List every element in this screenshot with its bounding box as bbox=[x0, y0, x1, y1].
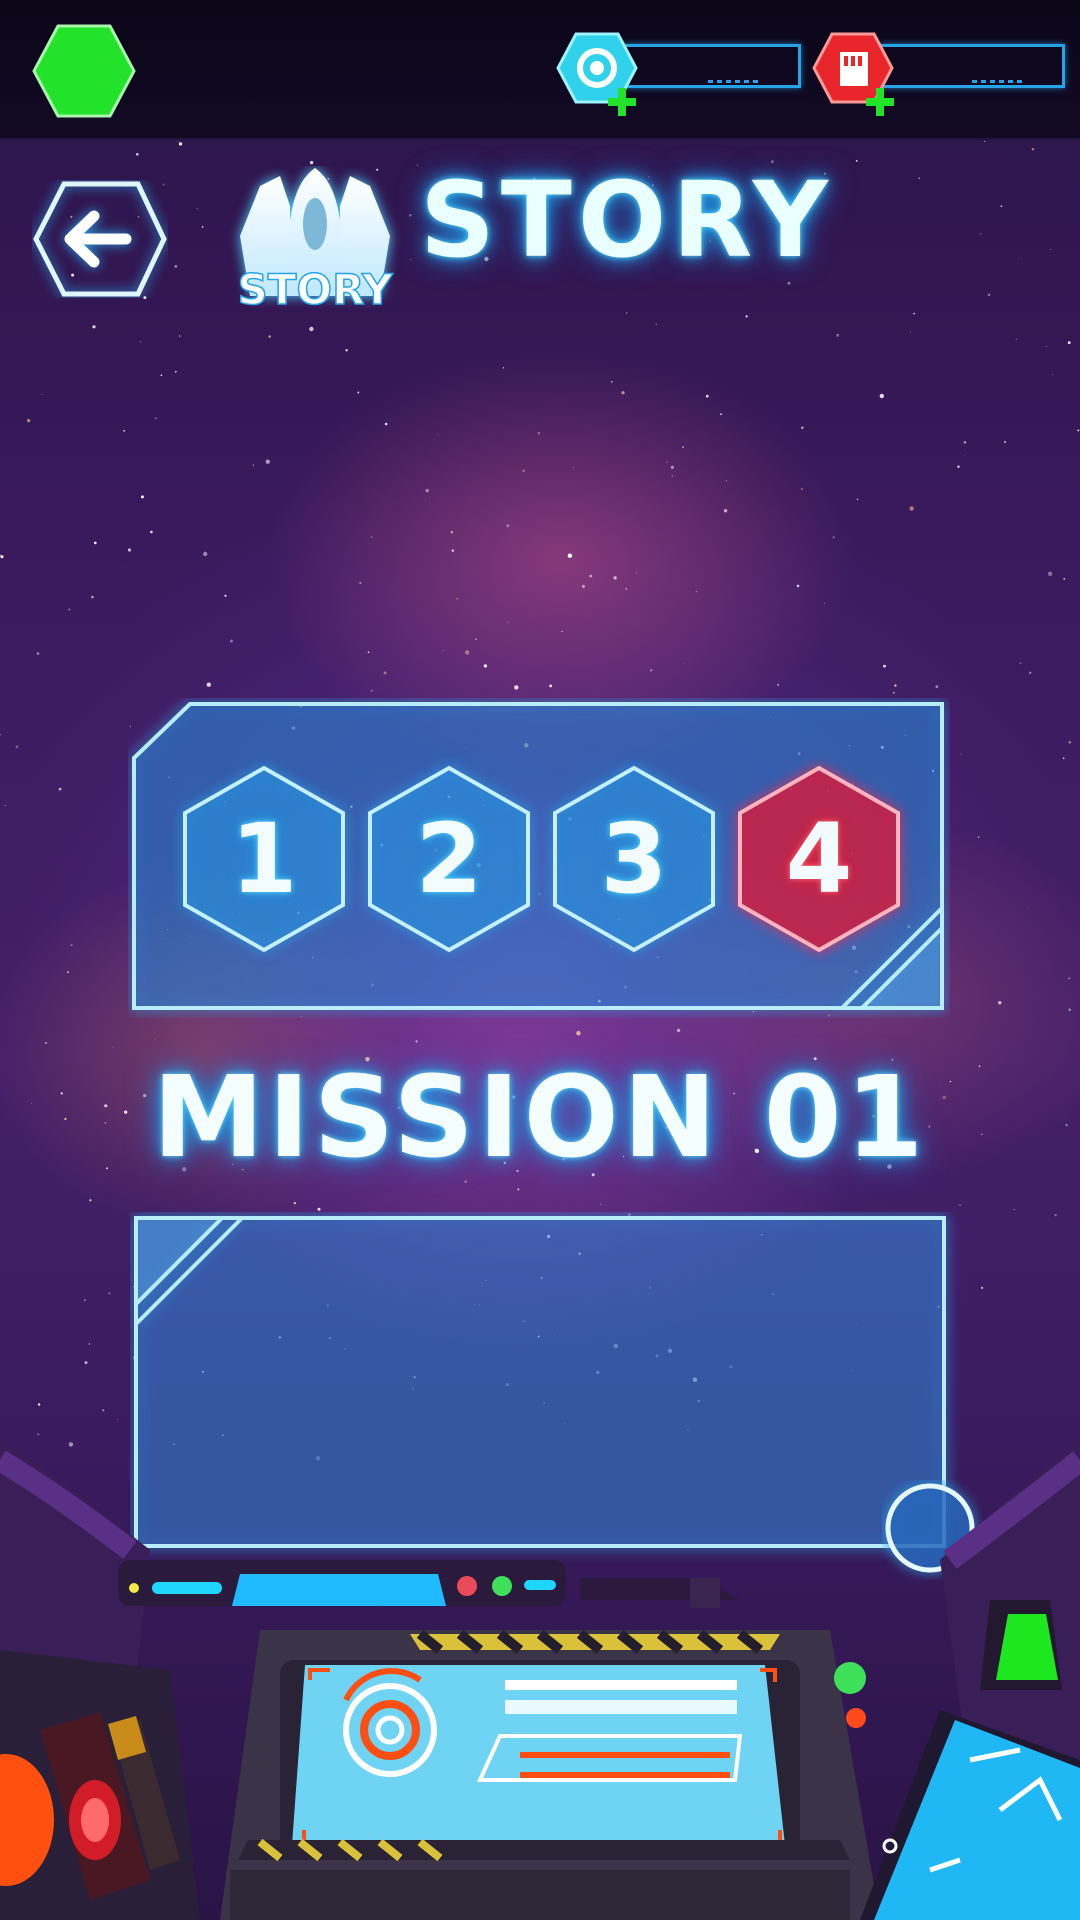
mission-title: MISSION 01 bbox=[152, 1053, 928, 1183]
chapter-4-label: 4 bbox=[785, 803, 853, 915]
story-logo-caption: STORY bbox=[237, 265, 393, 314]
chapter-4-button[interactable]: 4 bbox=[735, 764, 903, 954]
chapter-3-label: 3 bbox=[600, 803, 668, 915]
profile-hex-icon[interactable] bbox=[32, 24, 136, 118]
energy-resource-bar bbox=[618, 44, 801, 88]
add-energy-icon[interactable] bbox=[604, 84, 640, 120]
chapter-3-button[interactable]: 3 bbox=[550, 764, 718, 954]
cards-resource-bar bbox=[880, 44, 1065, 88]
chapter-1-button[interactable]: 1 bbox=[180, 764, 348, 954]
chapter-2-button[interactable]: 2 bbox=[365, 764, 533, 954]
top-bar bbox=[0, 0, 1080, 140]
back-button[interactable] bbox=[32, 180, 168, 298]
add-cards-icon[interactable] bbox=[862, 84, 898, 120]
energy-resource[interactable] bbox=[556, 30, 806, 116]
cockpit-dashboard bbox=[0, 1440, 1080, 1920]
chapter-2-label: 2 bbox=[415, 803, 483, 915]
story-ship-logo: STORY bbox=[237, 168, 394, 315]
cards-resource[interactable] bbox=[812, 30, 1070, 116]
chapter-1-label: 1 bbox=[230, 803, 298, 915]
page-title: STORY bbox=[420, 159, 834, 281]
